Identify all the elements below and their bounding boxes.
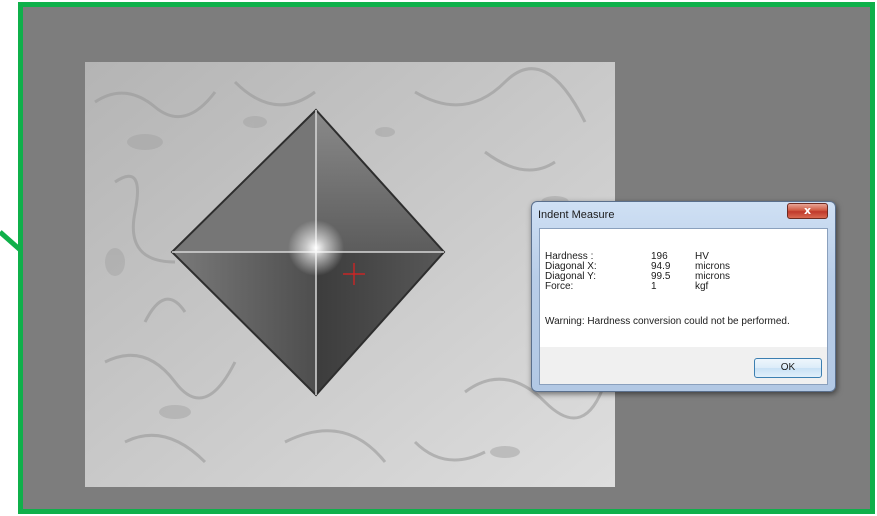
close-icon: x (803, 204, 812, 217)
warning-message: Warning: Hardness conversion could not b… (545, 316, 790, 327)
dialog-titlebar[interactable]: Indent Measure x (532, 202, 835, 228)
dialog-body: Hardness : 196 HV Diagonal X: 94.9 micro… (539, 228, 828, 385)
results-panel: Hardness : 196 HV Diagonal X: 94.9 micro… (540, 229, 827, 347)
indent-measure-dialog: Indent Measure x Hardness : 196 HV Diago… (531, 201, 836, 392)
force-label: Force: (545, 281, 574, 292)
screenshot-stage: Indent Measure x Hardness : 196 HV Diago… (0, 0, 877, 516)
ok-button[interactable]: OK (754, 358, 822, 378)
dialog-title: Indent Measure (538, 209, 615, 221)
close-button[interactable]: x (787, 203, 828, 219)
force-unit: kgf (695, 281, 709, 292)
force-value: 1 (651, 281, 657, 292)
